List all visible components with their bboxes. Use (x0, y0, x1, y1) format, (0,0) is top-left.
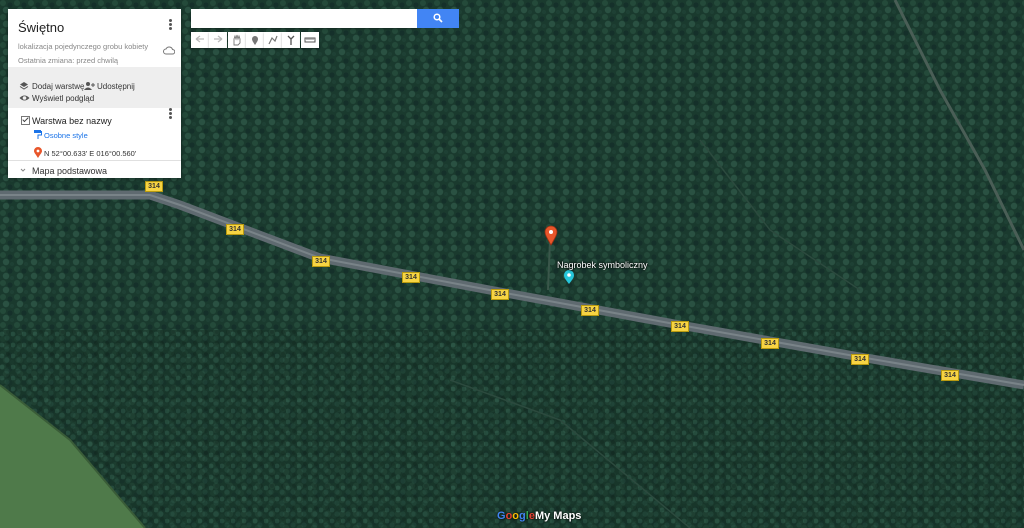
road-shield-314: 314 (851, 354, 869, 365)
search-button[interactable] (417, 9, 459, 28)
redo-icon (214, 35, 223, 43)
paint-roller-icon (34, 130, 42, 139)
search-icon (433, 13, 443, 23)
search-input[interactable] (191, 9, 417, 28)
road-shield-314: 314 (402, 272, 420, 283)
road-shield-314: 314 (761, 338, 779, 349)
line-icon (268, 35, 278, 45)
cloud-saved-icon (163, 46, 175, 55)
route-icon (287, 35, 295, 45)
marker-icon (252, 36, 258, 45)
map-legend-panel: Świętno lokalizacja pojedynczego grobu k… (8, 9, 181, 178)
undo-button[interactable] (191, 32, 209, 48)
eye-icon (19, 95, 30, 101)
last-change-status: Ostatnia zmiana: przed chwilą (18, 56, 119, 65)
road-shield-314: 314 (312, 256, 330, 267)
road-shield-314: 314 (941, 370, 959, 381)
add-person-icon (84, 82, 95, 90)
road-shield-314: 314 (491, 289, 509, 300)
hand-icon (233, 34, 241, 46)
more-options-icon[interactable] (165, 18, 175, 32)
undo-icon (195, 35, 204, 43)
feature-coordinates[interactable]: N 52°00.633' E 016°00.560' (44, 149, 136, 158)
individual-styles-link[interactable]: Osobne style (44, 131, 88, 140)
add-directions-button[interactable] (282, 32, 300, 48)
chevron-down-icon[interactable] (20, 167, 26, 173)
select-items-button[interactable] (228, 32, 246, 48)
map-title[interactable]: Świętno (18, 20, 64, 35)
ruler-icon (304, 37, 316, 43)
layer-name[interactable]: Warstwa bez nazwy (32, 116, 112, 126)
redo-button[interactable] (209, 32, 227, 48)
base-map-section[interactable]: Mapa podstawowa (8, 160, 181, 178)
add-marker-button[interactable] (246, 32, 264, 48)
layer-visibility-checkbox[interactable] (21, 116, 30, 125)
road-shield-314: 314 (145, 181, 163, 192)
google-my-maps-logo: GoogleMy Maps (497, 510, 582, 522)
map-actions: Dodaj warstwę Udostępnij Wyświetl podglą… (8, 67, 181, 108)
road-shield-314: 314 (581, 305, 599, 316)
road-shield-314: 314 (226, 224, 244, 235)
draw-line-button[interactable] (264, 32, 282, 48)
poi-label[interactable]: Nagrobek symboliczny (557, 260, 648, 270)
base-map-label: Mapa podstawowa (32, 166, 108, 176)
layer-options-icon[interactable] (165, 107, 175, 121)
road-shield-314: 314 (671, 321, 689, 332)
layers-icon (19, 82, 29, 90)
map-description[interactable]: lokalizacja pojedynczego grobu kobiety (18, 42, 148, 51)
marker-icon (34, 147, 42, 158)
measure-button[interactable] (301, 32, 319, 48)
